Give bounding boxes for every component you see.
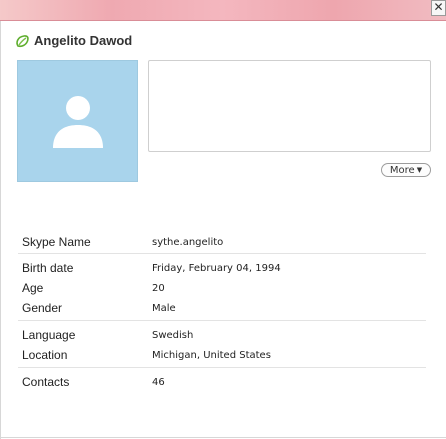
window-titlebar: [0, 0, 446, 21]
gender-value: Male: [152, 303, 176, 314]
skype-online-leaf-icon: [16, 35, 29, 48]
skype-name-label: Skype Name: [22, 235, 91, 249]
location-value: Michigan, United States: [152, 350, 271, 361]
contacts-value: 46: [152, 377, 165, 388]
language-value: Swedish: [152, 330, 194, 341]
birth-date-label: Birth date: [22, 261, 74, 275]
language-label: Language: [22, 328, 76, 342]
contact-name: Angelito Dawod: [34, 33, 133, 48]
avatar: [17, 60, 138, 182]
more-button-label: More: [389, 165, 415, 176]
mood-message-box[interactable]: [148, 60, 431, 152]
age-label: Age: [22, 281, 44, 295]
window-frame-bottom: [0, 437, 446, 438]
gender-label: Gender: [22, 301, 63, 315]
separator: [18, 320, 426, 321]
chevron-down-icon: ▼: [416, 166, 423, 174]
age-value: 20: [152, 283, 165, 294]
location-label: Location: [22, 348, 68, 362]
default-avatar-icon: [53, 96, 103, 148]
contacts-label: Contacts: [22, 375, 70, 389]
more-button[interactable]: More ▼: [381, 163, 431, 177]
separator: [18, 367, 426, 368]
birth-date-value: Friday, February 04, 1994: [152, 263, 281, 274]
window-frame-left: [0, 21, 1, 439]
separator: [18, 253, 426, 254]
skype-name-value: sythe.angelito: [152, 237, 224, 248]
close-button[interactable]: ✕: [431, 0, 446, 16]
